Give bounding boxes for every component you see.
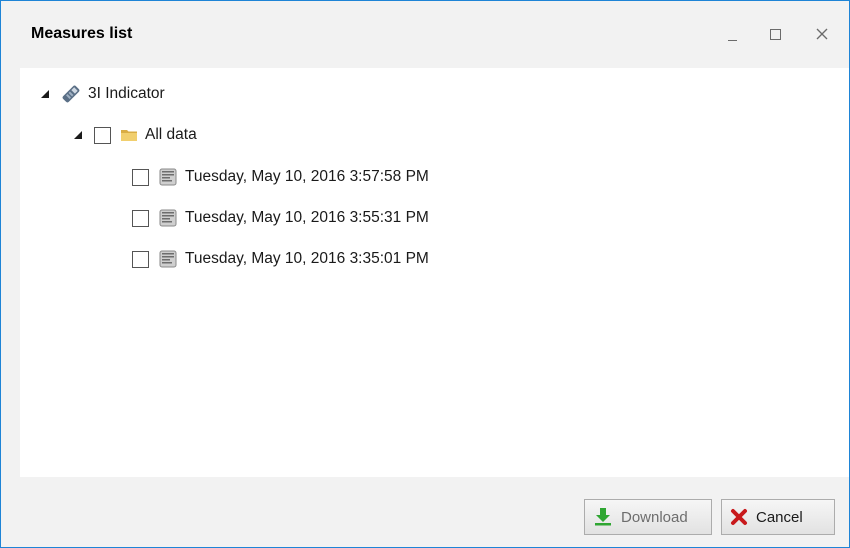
maximize-button[interactable] xyxy=(760,21,790,47)
measure-icon xyxy=(158,208,178,228)
minimize-button[interactable] xyxy=(717,21,747,47)
measure-label: Tuesday, May 10, 2016 3:35:01 PM xyxy=(185,250,429,267)
folder-checkbox[interactable] xyxy=(94,126,111,144)
tree-node-folder[interactable]: All data xyxy=(72,122,197,148)
device-icon xyxy=(61,84,81,104)
measures-list-window: Measures list 3I Indicator All data Tues… xyxy=(0,0,850,548)
measure-item[interactable]: Tuesday, May 10, 2016 3:55:31 PM xyxy=(132,205,429,231)
tree-node-label: 3I Indicator xyxy=(88,85,165,102)
minimize-icon xyxy=(727,39,737,41)
maximize-icon xyxy=(769,28,781,40)
tree-node-device[interactable]: 3I Indicator xyxy=(39,81,165,107)
expand-toggle[interactable] xyxy=(39,88,51,100)
measure-checkbox[interactable] xyxy=(132,250,149,268)
measure-item[interactable]: Tuesday, May 10, 2016 3:35:01 PM xyxy=(132,246,429,272)
download-button[interactable]: Download xyxy=(584,499,712,535)
download-label: Download xyxy=(621,508,688,526)
cancel-x-icon xyxy=(730,508,748,526)
measure-icon xyxy=(158,249,178,269)
tree-node-label: All data xyxy=(145,126,197,143)
measure-checkbox[interactable] xyxy=(132,168,149,186)
title-bar[interactable]: Measures list xyxy=(1,1,849,65)
measure-item[interactable]: Tuesday, May 10, 2016 3:57:58 PM xyxy=(132,164,429,190)
download-arrow-icon xyxy=(593,507,613,527)
window-title: Measures list xyxy=(31,25,133,42)
measure-checkbox[interactable] xyxy=(132,209,149,227)
close-button[interactable] xyxy=(807,21,837,47)
cancel-button[interactable]: Cancel xyxy=(721,499,835,535)
close-icon xyxy=(816,28,828,40)
cancel-label: Cancel xyxy=(756,508,803,526)
collapse-arrow-icon xyxy=(74,131,82,139)
expand-toggle[interactable] xyxy=(72,129,84,141)
folder-icon xyxy=(120,127,138,143)
measure-label: Tuesday, May 10, 2016 3:57:58 PM xyxy=(185,168,429,185)
measures-tree: 3I Indicator All data Tuesday, May 10, 2… xyxy=(20,68,849,477)
measure-icon xyxy=(158,167,178,187)
measure-label: Tuesday, May 10, 2016 3:55:31 PM xyxy=(185,209,429,226)
collapse-arrow-icon xyxy=(41,90,49,98)
